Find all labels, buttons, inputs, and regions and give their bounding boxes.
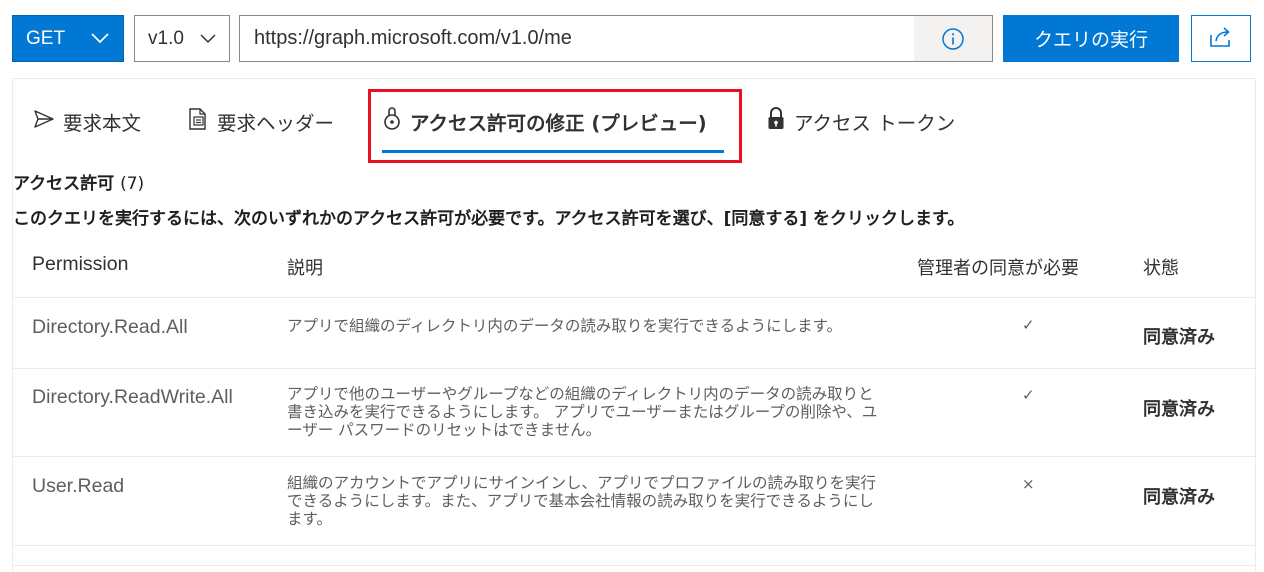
request-panel: 要求本文 要求ヘッダー アクセス許可の修正 (プレビュー) アクセス トークン … <box>12 78 1256 572</box>
send-icon <box>33 109 55 134</box>
row-divider <box>13 545 1255 546</box>
tab-request-body[interactable]: 要求本文 <box>33 105 141 137</box>
row-divider <box>13 565 1255 566</box>
check-icon: ✓ <box>1022 386 1035 404</box>
permissions-instruction: このクエリを実行するには、次のいずれかのアクセス許可が必要です。アクセス許可を選… <box>13 209 965 229</box>
info-icon[interactable] <box>914 16 992 61</box>
run-query-button[interactable]: クエリの実行 <box>1003 15 1179 62</box>
permissions-count: (7) <box>120 174 145 194</box>
http-method-value: GET <box>26 27 66 49</box>
row-divider <box>13 456 1255 457</box>
share-button[interactable] <box>1191 15 1251 62</box>
api-version-dropdown[interactable]: v1.0 <box>134 15 230 62</box>
column-header-status: 状態 <box>1143 258 1179 279</box>
check-icon: ✓ <box>1022 316 1035 334</box>
permission-description: 組織のアカウントでアプリにサインインし、アプリでプロファイルの読み取りを実行でき… <box>287 474 877 528</box>
request-tabs: 要求本文 要求ヘッダー アクセス許可の修正 (プレビュー) アクセス トークン <box>13 79 1255 163</box>
document-header-icon <box>187 107 209 136</box>
column-header-description: 説明 <box>287 258 323 279</box>
tab-label: 要求ヘッダー <box>217 111 335 135</box>
tab-request-headers[interactable]: 要求ヘッダー <box>187 105 334 137</box>
status-badge: 同意済み <box>1143 487 1215 508</box>
permission-description: アプリで他のユーザーやグループなどの組織のディレクトリ内のデータの読み取りと書き… <box>287 385 878 439</box>
column-header-permission: Permission <box>32 253 129 275</box>
chevron-down-icon <box>91 28 109 50</box>
permission-description: アプリで組織のディレクトリ内のデータの読み取りを実行できるようにします。 <box>287 317 843 335</box>
permission-name: User.Read <box>32 475 125 497</box>
row-divider <box>13 368 1255 369</box>
permission-name: Directory.ReadWrite.All <box>32 386 233 408</box>
column-header-admin-consent: 管理者の同意が必要 <box>917 258 1079 279</box>
status-badge: 同意済み <box>1143 399 1215 420</box>
request-url-value[interactable]: https://graph.microsoft.com/v1.0/me <box>240 27 914 50</box>
row-divider <box>13 297 1255 298</box>
cross-icon: × <box>1022 475 1035 493</box>
api-version-value: v1.0 <box>148 27 184 49</box>
tab-label: アクセス トークン <box>794 111 956 135</box>
permissions-heading-text: アクセス許可 <box>13 174 115 194</box>
permission-name: Directory.Read.All <box>32 316 188 338</box>
tab-label: 要求本文 <box>63 111 142 135</box>
share-icon <box>1209 26 1233 52</box>
query-toolbar: GET v1.0 https://graph.microsoft.com/v1.… <box>0 0 1264 78</box>
permissions-heading: アクセス許可 (7) <box>13 169 144 194</box>
tab-access-token[interactable]: アクセス トークン <box>766 105 955 137</box>
request-url-input[interactable]: https://graph.microsoft.com/v1.0/me <box>239 15 993 62</box>
status-badge: 同意済み <box>1143 327 1215 348</box>
lock-icon <box>766 106 786 136</box>
highlight-box <box>368 89 742 163</box>
chevron-down-icon <box>200 28 216 50</box>
http-method-dropdown[interactable]: GET <box>12 15 124 62</box>
